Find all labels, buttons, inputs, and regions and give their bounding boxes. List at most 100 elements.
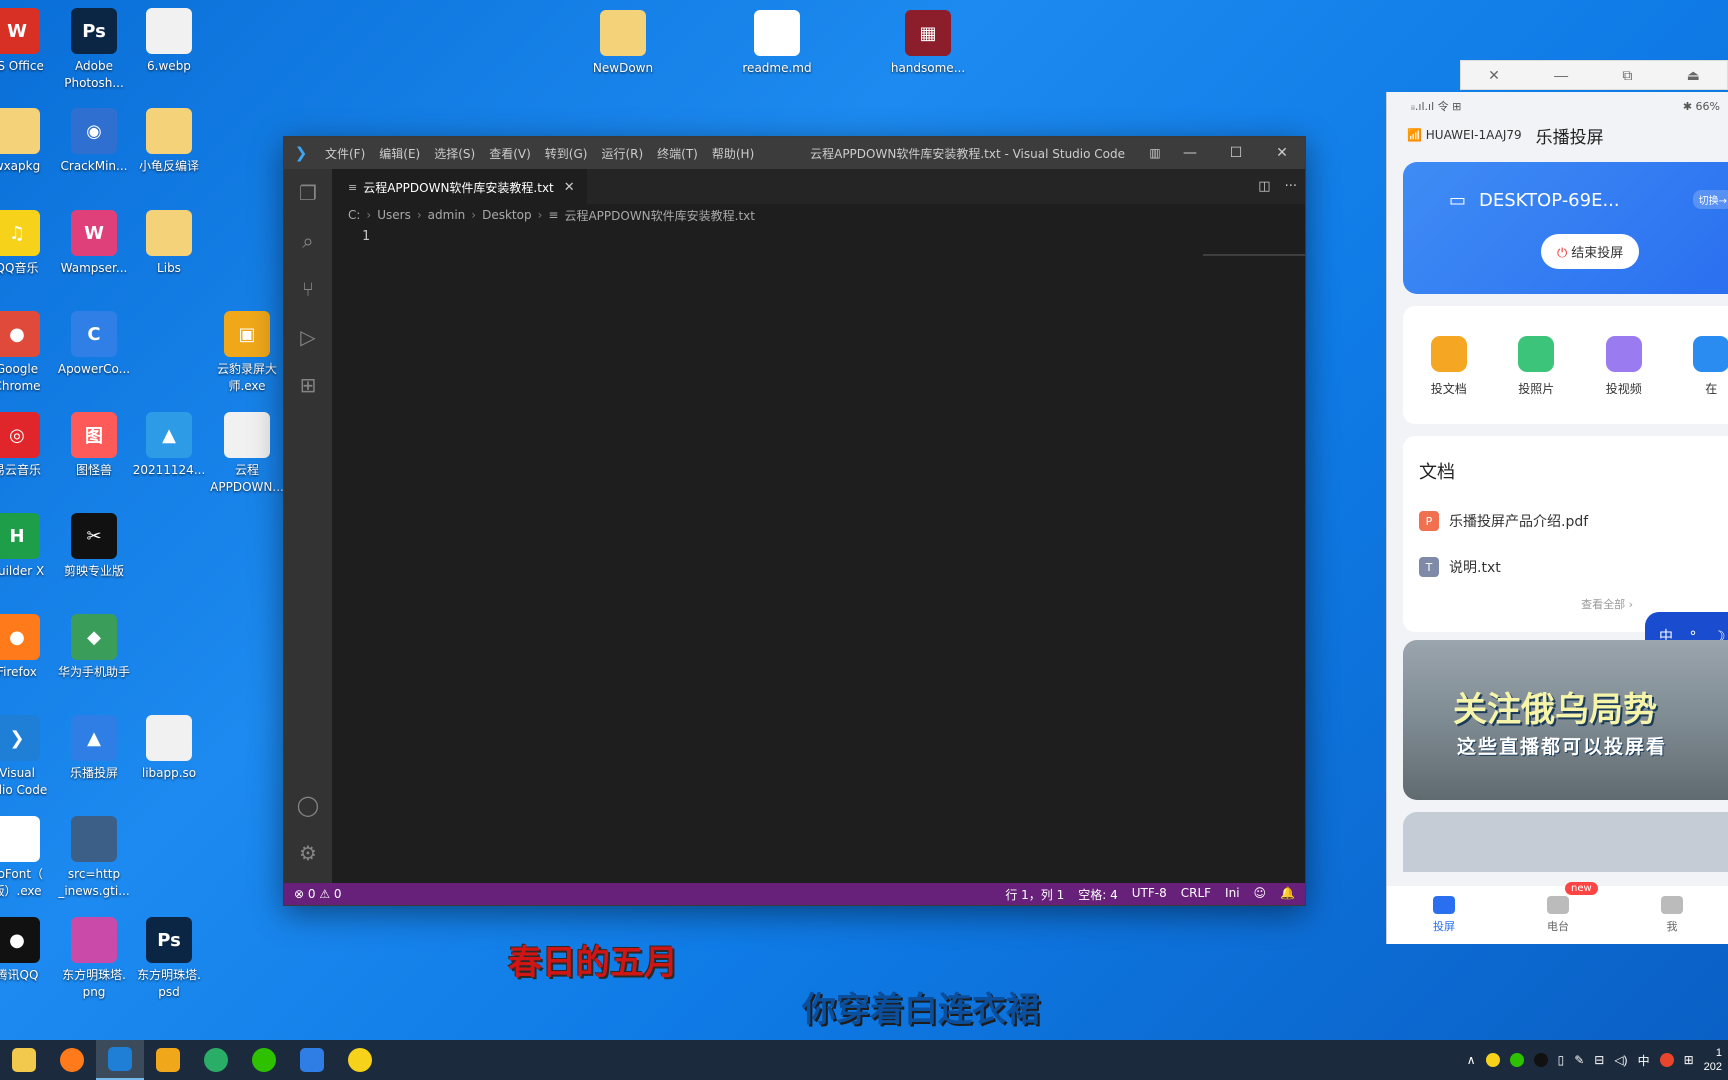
see-all-link[interactable]: 查看全部 › <box>1581 596 1633 612</box>
breadcrumb-admin[interactable]: admin <box>428 208 466 222</box>
desktop-icon[interactable]: Ps Adobe Photosh... <box>55 8 133 92</box>
file-explorer-taskbar-icon[interactable] <box>0 1040 48 1080</box>
qq-tray-icon[interactable] <box>1533 1053 1548 1067</box>
restore-icon[interactable]: ⧉ <box>1622 67 1632 84</box>
encoding[interactable]: UTF-8 <box>1132 886 1167 903</box>
close-button[interactable]: ✕ <box>1259 145 1305 161</box>
wechat-taskbar-icon[interactable] <box>240 1040 288 1080</box>
desktop-icon[interactable]: ✎ lloFont（ 版）.exe <box>0 816 56 900</box>
desktop-icon[interactable]: 云程 APPDOWN... <box>208 412 286 496</box>
desktop-icon[interactable]: NewDown <box>584 10 662 77</box>
run-debug-icon[interactable]: ▷ <box>284 313 332 361</box>
notifications-bell-icon[interactable]: 🔔 <box>1280 886 1295 903</box>
explorer-icon[interactable]: ❐ <box>284 169 332 217</box>
source-control-icon[interactable]: ⑂ <box>284 265 332 313</box>
breadcrumb-file[interactable]: 云程APPDOWN软件库安装教程.txt <box>564 207 755 224</box>
vscode-titlebar[interactable]: ❯ 文件(F) 编辑(E) 选择(S) 查看(V) 转到(G) 运行(R) 终端… <box>284 137 1305 169</box>
minimize-button[interactable]: — <box>1167 145 1213 161</box>
breadcrumb-desktop[interactable]: Desktop <box>482 208 532 222</box>
secondary-banner[interactable] <box>1403 812 1728 872</box>
document-item[interactable]: P 乐播投屏产品介绍.pdf <box>1419 498 1727 544</box>
desktop-icon[interactable]: H Builder X <box>0 513 56 580</box>
feedback-icon[interactable]: ☺ <box>1254 886 1267 903</box>
breadcrumb-users[interactable]: Users <box>377 208 411 222</box>
chevron-up-icon[interactable]: ∧ <box>1467 1053 1476 1067</box>
menu-help[interactable]: 帮助(H) <box>705 145 761 162</box>
extensions-icon[interactable]: ⊞ <box>284 361 332 409</box>
minimap[interactable] <box>1203 254 1305 256</box>
problems-indicator[interactable]: ⊗ 0 ⚠ 0 <box>294 887 342 901</box>
tray-app-icon[interactable] <box>1485 1053 1500 1067</box>
split-editor-icon[interactable]: ◫ <box>1258 179 1270 194</box>
desktop-icon[interactable]: ↓ readme.md <box>738 10 816 77</box>
document-item[interactable]: T 说明.txt <box>1419 544 1727 590</box>
menu-go[interactable]: 转到(G) <box>538 145 595 162</box>
desktop-icon[interactable]: W PS Office <box>0 8 56 75</box>
grid-icon[interactable]: ⊞ <box>1684 1053 1694 1067</box>
maximize-button[interactable]: ☐ <box>1213 145 1259 161</box>
pen-icon[interactable]: ✎ <box>1574 1053 1584 1067</box>
search-icon[interactable]: ⌕ <box>284 217 332 265</box>
menu-file[interactable]: 文件(F) <box>318 145 372 162</box>
language-mode[interactable]: Ini <box>1225 886 1239 903</box>
recorder-taskbar-icon[interactable] <box>144 1040 192 1080</box>
vscode-window[interactable]: ❯ 文件(F) 编辑(E) 选择(S) 查看(V) 转到(G) 运行(R) 终端… <box>283 136 1306 906</box>
desktop-icon[interactable]: 6.webp <box>130 8 208 75</box>
menu-selection[interactable]: 选择(S) <box>427 145 482 162</box>
firefox-taskbar-icon[interactable] <box>48 1040 96 1080</box>
desktop-icon[interactable]: ▲ 乐播投屏 <box>55 715 133 782</box>
menu-view[interactable]: 查看(V) <box>482 145 538 162</box>
usb-icon[interactable]: ▯ <box>1558 1053 1565 1067</box>
menu-run[interactable]: 运行(R) <box>594 145 650 162</box>
desktop-icon[interactable]: ◉ CrackMin... <box>55 108 133 175</box>
desktop-icon[interactable]: ✂ 剪映专业版 <box>55 513 133 580</box>
input-language[interactable]: 中 <box>1638 1052 1650 1069</box>
layout-toggle-icon[interactable]: ▥ <box>1143 146 1167 160</box>
settings-gear-icon[interactable]: ⚙ <box>284 829 332 877</box>
nav-cast[interactable]: 投屏 <box>1433 896 1455 934</box>
desktop-icon[interactable]: Ps 东方明珠塔. psd <box>130 917 208 1001</box>
desktop-icon[interactable]: wxapkg <box>0 108 56 175</box>
account-icon[interactable]: ◯ <box>284 781 332 829</box>
desktop-icon[interactable]: 小龟反编译 <box>130 108 208 175</box>
vscode-taskbar-icon[interactable] <box>96 1040 144 1080</box>
menu-terminal[interactable]: 终端(T) <box>650 145 705 162</box>
desktop-icon[interactable]: src=http _inews.gti... <box>55 816 133 900</box>
desktop-icon[interactable]: 东方明珠塔. png <box>55 917 133 1001</box>
desktop-icon[interactable]: C ApowerCo... <box>55 311 133 378</box>
menu-edit[interactable]: 编辑(E) <box>372 145 427 162</box>
desktop-icon[interactable]: ● Firefox <box>0 614 56 681</box>
breadcrumb-drive[interactable]: C: <box>348 208 360 222</box>
line-ending[interactable]: CRLF <box>1181 886 1211 903</box>
close-icon[interactable]: ✕ <box>1488 67 1500 84</box>
promo-banner[interactable]: 关注俄乌局势 这些直播都可以投屏看 <box>1403 640 1728 800</box>
tab-close-icon[interactable]: ✕ <box>564 180 575 195</box>
indentation[interactable]: 空格: 4 <box>1078 886 1118 903</box>
cursor-position[interactable]: 行 1，列 1 <box>1005 886 1064 903</box>
more-actions-icon[interactable]: ··· <box>1285 179 1297 194</box>
qq-music-taskbar-icon[interactable] <box>336 1040 384 1080</box>
switch-device-button[interactable]: 切换→ <box>1692 190 1728 209</box>
desktop-icon[interactable]: W Wampser... <box>55 210 133 277</box>
desktop-icon[interactable]: 图图怪兽 <box>55 412 133 479</box>
desktop-icon[interactable]: ♫ QQ音乐 <box>0 210 56 277</box>
volume-icon[interactable]: ◁) <box>1614 1053 1627 1067</box>
feature-tile[interactable]: 投视频 <box>1592 336 1656 424</box>
wechat-tray-icon[interactable] <box>1509 1053 1524 1067</box>
feature-tile[interactable]: 投文档 <box>1417 336 1481 424</box>
feature-tile[interactable]: 投照片 <box>1505 336 1569 424</box>
desktop-icon[interactable]: ▲ 20211124... <box>130 412 208 479</box>
desktop-icon[interactable]: ● 腾讯QQ <box>0 917 56 984</box>
editor-area[interactable]: ≡ 云程APPDOWN软件库安装教程.txt ✕ ◫ ··· C: › User… <box>332 169 1305 883</box>
desktop-icon[interactable]: ◎ 易云音乐 <box>0 412 56 479</box>
desktop-icon[interactable]: ● Google Chrome <box>0 311 56 395</box>
end-cast-button[interactable]: ⏻ 结束投屏 <box>1541 234 1640 269</box>
desktop-icon[interactable]: ◆ 华为手机助手 <box>55 614 133 681</box>
desktop-icon[interactable]: ▣ 云豹录屏大 师.exe <box>208 311 286 395</box>
clock[interactable]: 1 202 <box>1704 1046 1722 1074</box>
minimize-icon[interactable]: — <box>1554 67 1568 83</box>
phone-mirror-window[interactable]: ᵢᵢ.ıl.ıl 令 ⊞ ✱ 66% 📶 HUAWEI-1AAJ79 乐播投屏 … <box>1386 92 1728 944</box>
pin-icon[interactable]: ⏏ <box>1687 67 1700 84</box>
feature-tile[interactable]: 在 <box>1680 336 1728 424</box>
desktop-icon[interactable]: Libs <box>130 210 208 277</box>
